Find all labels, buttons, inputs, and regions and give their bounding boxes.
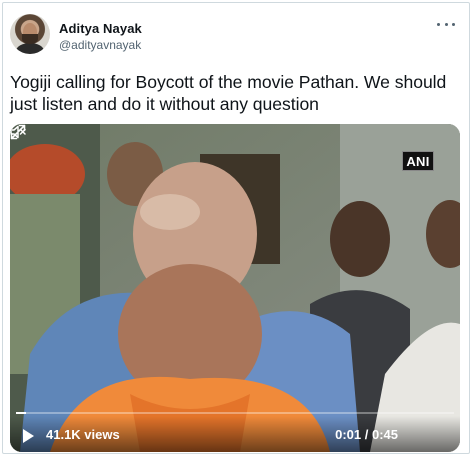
play-icon[interactable] (23, 429, 34, 443)
more-icon[interactable] (437, 19, 455, 29)
video-player[interactable]: ANI 41.1K views 0:01 / 0:45 (10, 124, 460, 452)
avatar[interactable] (10, 14, 50, 54)
author-handle[interactable]: @adityavnayak (59, 38, 141, 52)
author-name[interactable]: Aditya Nayak (59, 21, 142, 36)
progress-bar[interactable] (16, 412, 454, 414)
video-time: 0:01 / 0:45 (335, 427, 398, 442)
expand-icon[interactable] (10, 124, 26, 140)
view-count: 41.1K views (46, 427, 120, 442)
progress-fill (16, 412, 26, 414)
tweet-text: Yogiji calling for Boycott of the movie … (10, 72, 447, 114)
video-frame (10, 124, 460, 452)
tweet-card[interactable]: Aditya Nayak @adityavnayak Yogiji callin… (2, 2, 470, 454)
ani-watermark: ANI (402, 151, 434, 171)
